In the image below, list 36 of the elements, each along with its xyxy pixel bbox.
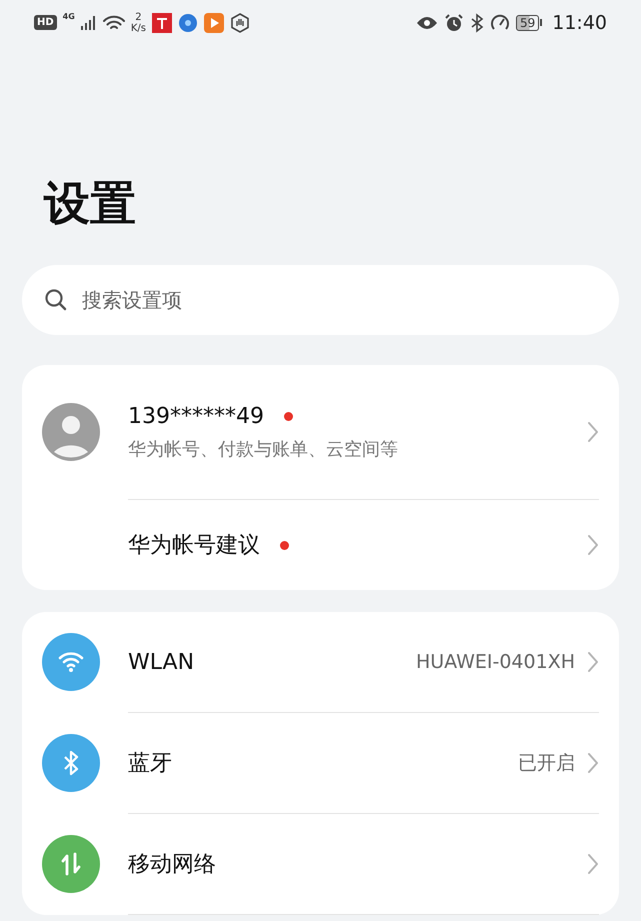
account-subtitle: 华为帐号、付款与账单、云空间等	[128, 438, 399, 460]
signal-icon	[80, 16, 97, 30]
settings-item[interactable]: 蓝牙 已开启	[42, 713, 599, 813]
alarm-icon	[444, 12, 464, 32]
search-placeholder: 搜索设置项	[82, 286, 182, 314]
settings-value: HUAWEI-0401XH	[416, 651, 575, 673]
account-name: 139******49	[128, 404, 264, 428]
account-row[interactable]: 139******49 华为帐号、付款与账单、云空间等	[42, 365, 599, 499]
chevron-icon	[587, 534, 599, 556]
clock: 11:40	[552, 12, 607, 34]
bluetooth-icon	[470, 12, 484, 32]
chevron-icon	[587, 421, 599, 443]
chevron-icon	[587, 651, 599, 673]
settings-label: WLAN	[128, 650, 196, 674]
play-icon	[204, 12, 224, 32]
eye-icon	[416, 16, 438, 30]
avatar-icon	[42, 403, 100, 461]
network-type: 4G	[62, 12, 75, 21]
search-icon	[44, 288, 68, 312]
network-speed: 2 K/s	[130, 12, 146, 34]
chevron-icon	[587, 853, 599, 875]
settings-value: 已开启	[518, 751, 575, 776]
gauge-icon	[490, 12, 510, 32]
app-icon	[152, 12, 172, 32]
settings-label: 移动网络	[128, 851, 217, 879]
suggestion-row[interactable]: 华为帐号建议	[42, 500, 599, 590]
settings-item[interactable]: 移动网络	[42, 814, 599, 914]
page-title: 设置	[42, 175, 137, 232]
chevron-icon	[587, 752, 599, 774]
hd-indicator: HD	[34, 15, 57, 30]
settings-label: 蓝牙	[128, 750, 173, 778]
wifi-icon	[102, 14, 125, 30]
settings-item[interactable]: WLAN HUAWEI-0401XH	[42, 612, 599, 712]
battery-indicator: 59	[516, 14, 542, 30]
search-field[interactable]: 搜索设置项	[22, 265, 619, 335]
suggestion-label: 华为帐号建议	[128, 532, 260, 560]
